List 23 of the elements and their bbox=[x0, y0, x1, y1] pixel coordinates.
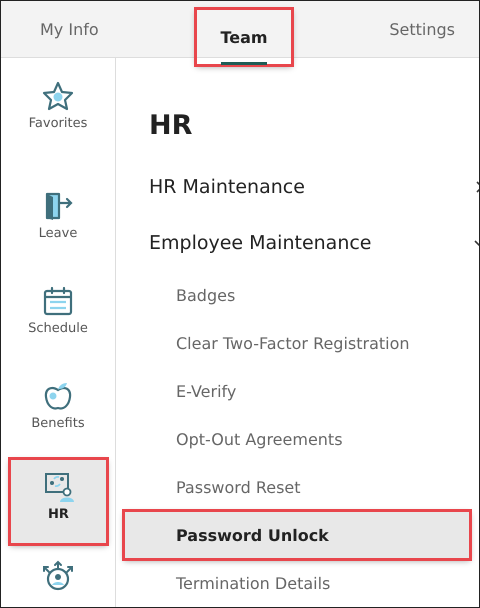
tab[interactable]: Settings bbox=[389, 1, 455, 57]
presentation-people-icon bbox=[42, 471, 74, 503]
menu-item[interactable]: Termination Details bbox=[124, 559, 470, 607]
menu-item[interactable]: Badges bbox=[124, 271, 470, 319]
sidebar-item[interactable]: HR bbox=[10, 459, 107, 544]
tab[interactable]: My Info bbox=[40, 1, 99, 57]
menu-group[interactable]: Employee Maintenance bbox=[149, 215, 479, 271]
section-title: HR bbox=[149, 109, 194, 143]
menu-item[interactable]: Clear Two-Factor Registration bbox=[124, 319, 470, 367]
sidebar-item[interactable]: Benefits bbox=[1, 364, 115, 459]
star-icon bbox=[42, 80, 74, 112]
menu-item[interactable]: Password Unlock bbox=[124, 511, 470, 559]
menu-item[interactable]: Password Reset bbox=[124, 463, 470, 511]
person-arrows-icon bbox=[42, 560, 74, 592]
menu-item[interactable]: E-Verify bbox=[124, 367, 470, 415]
tab[interactable]: Team bbox=[196, 9, 292, 65]
sidebar-item[interactable]: Leave bbox=[1, 174, 115, 269]
menu-item[interactable]: Opt-Out Agreements bbox=[124, 415, 470, 463]
menu-group[interactable]: HR Maintenance bbox=[149, 159, 479, 215]
calendar-icon bbox=[42, 285, 74, 317]
sidebar-item[interactable]: Favorites bbox=[1, 58, 115, 174]
sidebar-item[interactable]: Schedule bbox=[1, 269, 115, 364]
apple-icon bbox=[42, 380, 74, 412]
